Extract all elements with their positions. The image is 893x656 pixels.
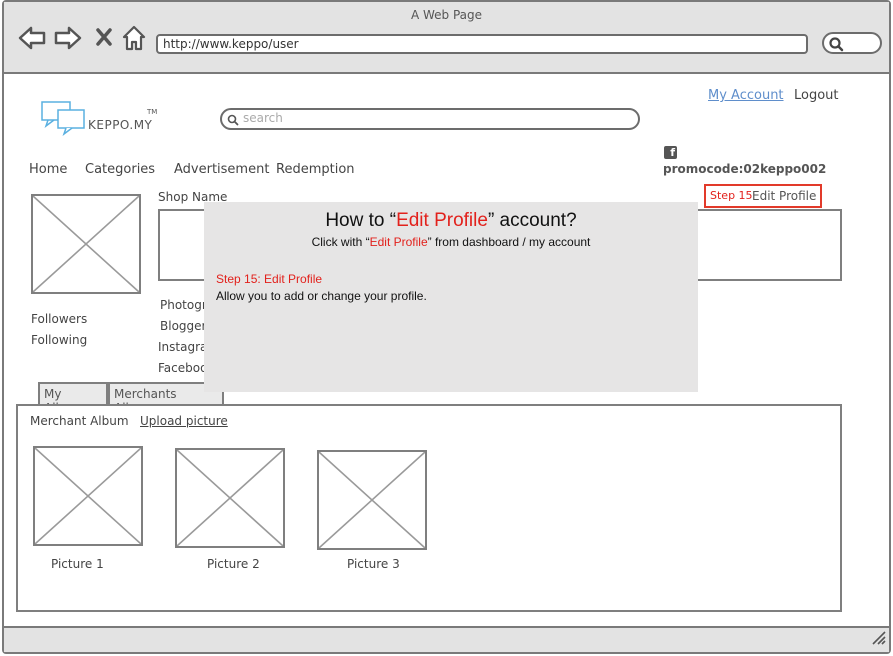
overlay-sub-highlight: Edit Profile <box>369 235 428 249</box>
instruction-overlay: How to “Edit Profile” account? Click wit… <box>204 202 698 392</box>
overlay-title-highlight: Edit Profile <box>396 210 488 231</box>
nav-redemption[interactable]: Redemption <box>276 162 355 177</box>
logo-text: KEPPO.MY <box>88 118 153 132</box>
blogger-link[interactable]: Blogger <box>160 319 206 333</box>
following-label[interactable]: Following <box>31 333 87 347</box>
window-title: A Web Page <box>410 8 483 22</box>
instagram-link[interactable]: Instagra <box>158 340 207 354</box>
search-placeholder: search <box>243 111 283 125</box>
browser-chrome: A Web Page http://www.keppo/user <box>4 2 889 74</box>
logout-link[interactable]: Logout <box>794 88 839 103</box>
profile-image-placeholder <box>31 194 141 294</box>
overlay-title-prefix: How to “ <box>325 210 397 231</box>
album-picture-1[interactable] <box>33 446 143 546</box>
picture-3-caption: Picture 3 <box>347 557 400 571</box>
overlay-title-suffix: ” account? <box>487 210 577 231</box>
my-account-link[interactable]: My Account <box>708 88 784 103</box>
merchant-album-title: Merchant Album <box>30 414 129 428</box>
logo-trademark: TM <box>147 108 158 116</box>
nav-home[interactable]: Home <box>29 162 67 177</box>
resize-grip-icon[interactable] <box>869 628 887 650</box>
overlay-subtitle: Click with “Edit Profile” from dashboard… <box>204 235 698 249</box>
forward-arrow-icon[interactable] <box>54 25 82 51</box>
overlay-step-title: Step 15: Edit Profile <box>216 272 323 286</box>
browser-search-field[interactable] <box>822 32 882 54</box>
photographer-link[interactable]: Photogr <box>160 298 207 312</box>
facebook-icon[interactable]: f <box>664 146 677 159</box>
logo-chat-icon[interactable] <box>40 100 88 140</box>
overlay-step-description: Allow you to add or change your profile. <box>216 289 427 303</box>
nav-categories[interactable]: Categories <box>85 162 155 177</box>
edit-profile-button[interactable]: Step 15 Edit Profile <box>704 184 822 208</box>
promocode-text: promocode:02keppo002 <box>663 162 827 176</box>
close-icon[interactable] <box>95 27 113 47</box>
album-picture-3[interactable] <box>317 450 427 550</box>
album-picture-2[interactable] <box>175 448 285 548</box>
address-bar[interactable]: http://www.keppo/user <box>156 34 808 54</box>
edit-profile-label: Edit Profile <box>752 189 817 203</box>
picture-2-caption: Picture 2 <box>207 557 260 571</box>
overlay-sub-suffix: ” from dashboard / my account <box>427 235 591 249</box>
followers-label[interactable]: Followers <box>31 312 87 326</box>
tab-my-album[interactable]: My Album <box>38 382 108 415</box>
overlay-sub-prefix: Click with “ <box>311 235 370 249</box>
overlay-title: How to “Edit Profile” account? <box>204 210 698 232</box>
picture-1-caption: Picture 1 <box>51 557 104 571</box>
home-icon[interactable] <box>121 24 147 52</box>
nav-advertisement[interactable]: Advertisement <box>174 162 269 177</box>
status-bar <box>4 626 889 652</box>
browser-window: A Web Page http://www.keppo/user KEPPO.M… <box>2 0 891 654</box>
facebook-link[interactable]: Faceboo <box>158 361 207 375</box>
upload-picture-link[interactable]: Upload picture <box>140 414 228 428</box>
site-search-input[interactable]: search <box>220 108 640 130</box>
edit-step-label: Step 15 <box>710 189 753 202</box>
back-arrow-icon[interactable] <box>18 25 46 51</box>
